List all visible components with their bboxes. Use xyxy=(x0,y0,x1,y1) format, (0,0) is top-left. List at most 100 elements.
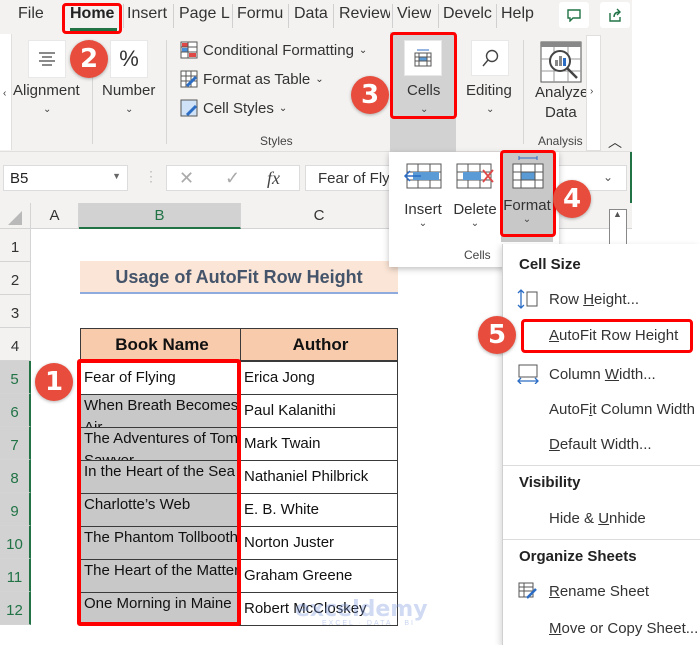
chevron-down-icon[interactable]: ▼ xyxy=(112,171,121,181)
editing-button[interactable] xyxy=(471,40,509,76)
group-divider xyxy=(523,40,524,144)
number-button[interactable]: % xyxy=(110,40,148,78)
row-header-5[interactable]: 5 xyxy=(0,361,31,394)
row-header-12[interactable]: 12 xyxy=(0,592,31,625)
default-width-accel: D xyxy=(549,436,560,453)
insert-cells-icon xyxy=(403,163,442,189)
comment-icon xyxy=(567,9,581,22)
conditional-formatting-label: Conditional Formatting xyxy=(203,41,354,59)
author-cell[interactable]: Nathaniel Philbrick xyxy=(240,460,398,494)
analyze-data-label: Data xyxy=(545,104,577,121)
row-header-8[interactable]: 8 xyxy=(0,460,31,493)
tab-data[interactable]: Data xyxy=(294,5,328,23)
format-as-table-button[interactable]: Format as Table ⌄ xyxy=(180,70,324,88)
author-cell[interactable]: Erica Jong xyxy=(240,361,398,395)
cells-dropdown-group-label: Cells xyxy=(464,248,491,262)
comments-button[interactable] xyxy=(559,2,589,28)
name-box[interactable]: B5 ▼ xyxy=(3,165,128,191)
vertical-scrollbar[interactable]: ▲ xyxy=(609,209,627,245)
tab-help[interactable]: Help xyxy=(501,5,534,23)
analyze-label: Analyze xyxy=(535,84,589,101)
scroll-up-icon[interactable]: ▲ xyxy=(613,209,622,219)
rename-post: ename Sheet xyxy=(559,583,650,600)
analyze-data-icon xyxy=(540,41,582,83)
menu-row-height[interactable]: Row Height... xyxy=(549,291,639,308)
menu-autofit-column-width[interactable]: AutoFit Column Width xyxy=(549,401,695,418)
search-icon xyxy=(482,49,499,67)
group-divider xyxy=(166,40,167,144)
styles-group-label: Styles xyxy=(260,134,293,148)
rename-sheet-icon xyxy=(518,582,537,599)
step-4-highlight xyxy=(500,150,556,237)
menu-column-width[interactable]: Column Width... xyxy=(549,366,656,383)
column-header-a[interactable]: A xyxy=(31,203,79,229)
row-header-7[interactable]: 7 xyxy=(0,427,31,460)
tab-divider xyxy=(392,4,393,28)
move-copy-accel: M xyxy=(549,620,562,637)
drag-handle-icon[interactable]: ⋮ xyxy=(144,168,158,185)
column-width-pre: Column xyxy=(549,366,605,383)
tab-view[interactable]: View xyxy=(397,5,431,23)
header-book-name[interactable]: Book Name xyxy=(80,328,241,361)
column-width-post: idth... xyxy=(619,366,656,383)
expand-formula-bar-icon[interactable]: ⌄ xyxy=(603,170,613,184)
tab-developer[interactable]: Develc xyxy=(443,5,492,23)
tab-page-layout[interactable]: Page L xyxy=(179,5,231,23)
conditional-formatting-icon xyxy=(180,41,198,59)
alignment-button[interactable] xyxy=(28,40,66,78)
tab-insert[interactable]: Insert xyxy=(127,5,167,23)
section-cell-size: Cell Size xyxy=(519,256,581,273)
analyze-data-button[interactable] xyxy=(540,41,582,88)
column-header-c[interactable]: C xyxy=(241,203,398,229)
tab-divider xyxy=(123,4,124,28)
insert-label: Insert xyxy=(404,201,442,218)
author-cell[interactable]: E. B. White xyxy=(240,493,398,527)
row-header-3[interactable]: 3 xyxy=(0,295,31,328)
row-header-10[interactable]: 10 xyxy=(0,526,31,559)
row-header-4[interactable]: 4 xyxy=(0,328,31,361)
row-header-9[interactable]: 9 xyxy=(0,493,31,526)
tab-divider xyxy=(288,4,289,28)
chevron-right-icon: › xyxy=(590,86,594,97)
delete-label: Delete xyxy=(453,201,497,218)
menu-move-copy-sheet[interactable]: Move or Copy Sheet... xyxy=(549,620,698,637)
insert-function-button[interactable]: fx xyxy=(267,168,280,189)
chevron-down-icon: ⌄ xyxy=(486,104,495,115)
delete-cells-icon xyxy=(456,163,494,189)
share-button[interactable] xyxy=(600,2,630,28)
hide-unhide-accel: U xyxy=(598,510,610,527)
cell-styles-button[interactable]: Cell Styles ⌄ xyxy=(180,99,287,117)
column-header-b[interactable]: B xyxy=(79,203,241,229)
collapse-ribbon-icon[interactable]: ︿ xyxy=(608,132,622,152)
author-cell[interactable]: Paul Kalanithi xyxy=(240,394,398,428)
select-all-corner[interactable] xyxy=(0,203,31,229)
tab-file[interactable]: File xyxy=(18,5,44,23)
format-as-table-label: Format as Table xyxy=(203,70,311,88)
tab-formulas[interactable]: Formu xyxy=(237,5,283,23)
sheet-title[interactable]: Usage of AutoFit Row Height xyxy=(80,261,398,294)
tab-review[interactable]: Review xyxy=(339,5,390,23)
row-height-pre: Row xyxy=(549,291,584,308)
chevron-left-icon[interactable]: ‹ xyxy=(3,88,6,99)
row-header-2[interactable]: 2 xyxy=(0,262,31,295)
row-header-1[interactable]: 1 xyxy=(0,229,31,262)
menu-rename-sheet[interactable]: Rename Sheet xyxy=(549,583,649,600)
author-cell[interactable]: Norton Juster xyxy=(240,526,398,560)
menu-hide-unhide[interactable]: Hide & Unhide xyxy=(549,510,646,527)
formula-controls: ✕ ✓ fx xyxy=(166,165,300,191)
author-cell[interactable]: Graham Greene xyxy=(240,559,398,593)
step-1-selection-outline xyxy=(77,359,241,626)
ribbon-scroll-right[interactable]: › xyxy=(586,35,601,151)
cancel-icon[interactable]: ✕ xyxy=(179,168,194,189)
insert-cells-button[interactable]: Insert ⌄ xyxy=(397,152,449,242)
section-visibility: Visibility xyxy=(519,474,581,491)
enter-icon[interactable]: ✓ xyxy=(225,168,240,189)
row-header-6[interactable]: 6 xyxy=(0,394,31,427)
author-cell[interactable]: Mark Twain xyxy=(240,427,398,461)
default-width-post: efault Width... xyxy=(559,436,652,453)
menu-default-width[interactable]: Default Width... xyxy=(549,436,652,453)
row-header-11[interactable]: 11 xyxy=(0,559,31,592)
header-author[interactable]: Author xyxy=(240,328,398,361)
delete-cells-button[interactable]: Delete ⌄ xyxy=(449,152,501,242)
conditional-formatting-button[interactable]: Conditional Formatting ⌄ xyxy=(180,41,367,59)
